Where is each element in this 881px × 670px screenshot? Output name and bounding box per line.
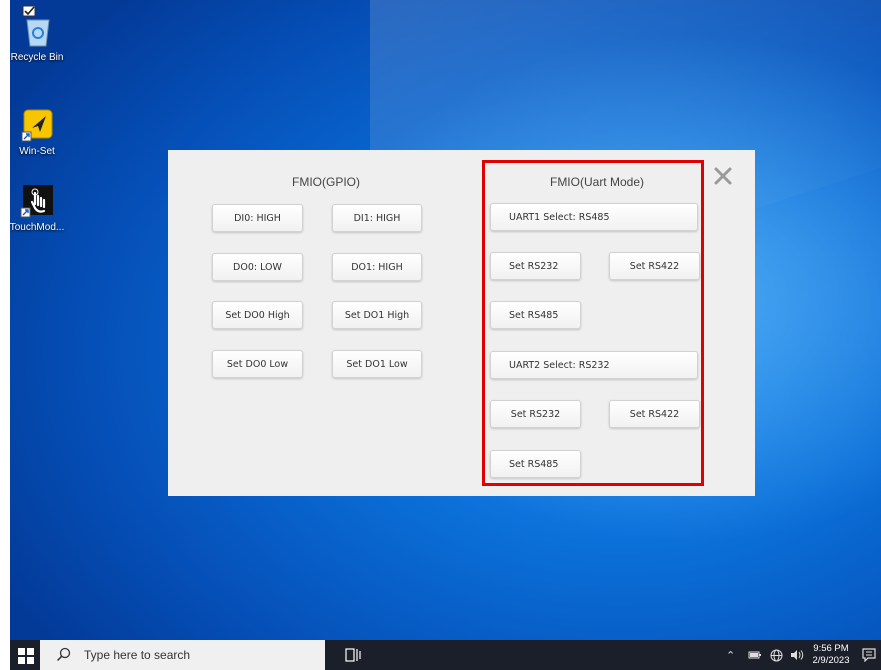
desktop-icon-label: Recycle Bin	[10, 52, 64, 63]
desktop: Recycle Bin Win-Set TouchMod... FMIO(GPI…	[10, 0, 881, 640]
task-view-icon[interactable]	[345, 648, 361, 662]
do1-status-button[interactable]: DO1: HIGH	[332, 253, 422, 281]
uart2-set-rs422-button[interactable]: Set RS422	[609, 400, 700, 428]
clock-date: 2/9/2023	[812, 655, 850, 666]
clock-time: 9:56 PM	[813, 643, 849, 654]
gpio-section-title: FMIO(GPIO)	[292, 175, 360, 189]
uart2-set-rs485-button[interactable]: Set RS485	[490, 450, 581, 478]
notification-icon[interactable]	[862, 648, 876, 662]
battery-icon[interactable]	[748, 649, 762, 661]
search-icon	[56, 647, 71, 662]
uart2-select-button[interactable]: UART2 Select: RS232	[490, 351, 698, 379]
uart1-set-rs485-button[interactable]: Set RS485	[490, 301, 581, 329]
uart2-set-rs232-button[interactable]: Set RS232	[490, 400, 581, 428]
set-do0-high-button[interactable]: Set DO0 High	[212, 301, 303, 329]
network-globe-icon[interactable]	[770, 649, 783, 662]
desktop-icon-touch-mode[interactable]: TouchMod...	[10, 184, 72, 233]
taskbar: Type here to search ⌃ 9:56 PM 2/9/2023	[10, 640, 881, 670]
desktop-icon-recycle-bin[interactable]: Recycle Bin	[10, 4, 72, 63]
set-do1-low-button[interactable]: Set DO1 Low	[332, 350, 422, 378]
close-button[interactable]	[712, 166, 734, 188]
uart1-set-rs232-button[interactable]: Set RS232	[490, 252, 581, 280]
volume-icon[interactable]	[790, 649, 804, 661]
taskbar-clock[interactable]: 9:56 PM 2/9/2023	[806, 643, 856, 667]
search-placeholder: Type here to search	[84, 648, 191, 662]
set-do0-low-button[interactable]: Set DO0 Low	[212, 350, 303, 378]
win-set-icon	[21, 109, 53, 142]
desktop-icon-label: Win-Set	[19, 146, 55, 157]
uart-section-title: FMIO(Uart Mode)	[549, 175, 644, 189]
uart1-select-button[interactable]: UART1 Select: RS485	[490, 203, 698, 231]
taskbar-search-box[interactable]: Type here to search	[40, 640, 325, 670]
touch-mode-icon	[20, 185, 53, 218]
do0-status-button[interactable]: DO0: LOW	[212, 253, 303, 281]
fmio-dialog: FMIO(GPIO) DI0: HIGH DI1: HIGH DO0: LOW …	[168, 150, 755, 496]
uart1-set-rs422-button[interactable]: Set RS422	[609, 252, 700, 280]
di1-status-button[interactable]: DI1: HIGH	[332, 204, 422, 232]
recycle-bin-icon	[22, 5, 50, 47]
set-do1-high-button[interactable]: Set DO1 High	[332, 301, 422, 329]
desktop-icon-win-set[interactable]: Win-Set	[10, 108, 72, 157]
show-hidden-icons-chevron-icon[interactable]: ⌃	[726, 649, 735, 662]
close-icon	[714, 167, 732, 185]
desktop-icon-label: TouchMod...	[10, 222, 65, 233]
windows-start-icon[interactable]	[18, 648, 34, 664]
di0-status-button[interactable]: DI0: HIGH	[212, 204, 303, 232]
